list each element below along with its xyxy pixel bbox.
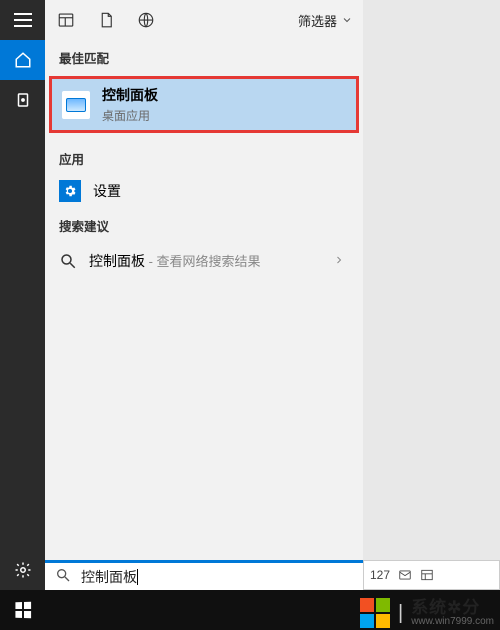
hamburger-icon [14, 13, 32, 27]
app-result-label: 设置 [93, 181, 121, 201]
clipboard-icon [14, 91, 32, 109]
news-icon [57, 11, 75, 29]
best-match-title: 控制面板 [102, 85, 158, 105]
control-panel-icon [62, 91, 90, 119]
settings-app-icon [59, 180, 81, 202]
mail-icon [398, 568, 412, 582]
home-button[interactable] [0, 40, 45, 80]
clipboard-button[interactable] [0, 80, 45, 120]
chevron-right-icon [333, 254, 345, 266]
web-suggestion[interactable]: 控制面板 - 查看网络搜索结果 [45, 241, 363, 281]
taskbar [0, 590, 500, 630]
scope-toolbar: 筛选器 [45, 0, 363, 40]
best-match-subtitle: 桌面应用 [102, 107, 158, 124]
filter-label: 筛选器 [298, 11, 337, 30]
expand-suggestion[interactable] [333, 254, 345, 269]
suggestions-header: 搜索建议 [45, 208, 363, 241]
scope-news-button[interactable] [55, 9, 77, 31]
search-icon [55, 567, 71, 586]
hamburger-button[interactable] [0, 0, 45, 40]
best-match-header: 最佳匹配 [45, 40, 363, 73]
search-input-value: 控制面板 [81, 567, 137, 587]
scope-web-button[interactable] [135, 9, 157, 31]
search-results-panel: 筛选器 最佳匹配 控制面板 桌面应用 应用 设置 搜索建议 控制面板 - 查看网… [45, 0, 363, 560]
suggestion-hint: - 查看网络搜索结果 [145, 254, 261, 269]
tray-strip: 127 [363, 560, 500, 590]
layout-icon [420, 568, 434, 582]
cortana-search-box[interactable]: 控制面板 [45, 560, 363, 590]
settings-gear-button[interactable] [0, 550, 45, 590]
scope-documents-button[interactable] [95, 9, 117, 31]
start-button[interactable] [0, 590, 45, 630]
app-result-settings[interactable]: 设置 [45, 174, 363, 208]
globe-icon [137, 11, 155, 29]
document-icon [97, 11, 115, 29]
gear-icon [14, 561, 32, 579]
search-icon [59, 252, 77, 270]
windows-logo-icon [15, 602, 31, 619]
chevron-down-icon [341, 14, 353, 26]
suggestion-term: 控制面板 [89, 253, 145, 269]
start-left-rail [0, 0, 45, 630]
home-icon [14, 51, 32, 69]
tray-number: 127 [370, 568, 390, 582]
apps-header: 应用 [45, 141, 363, 174]
best-match-result[interactable]: 控制面板 桌面应用 [49, 76, 359, 133]
filter-dropdown[interactable]: 筛选器 [298, 11, 353, 30]
